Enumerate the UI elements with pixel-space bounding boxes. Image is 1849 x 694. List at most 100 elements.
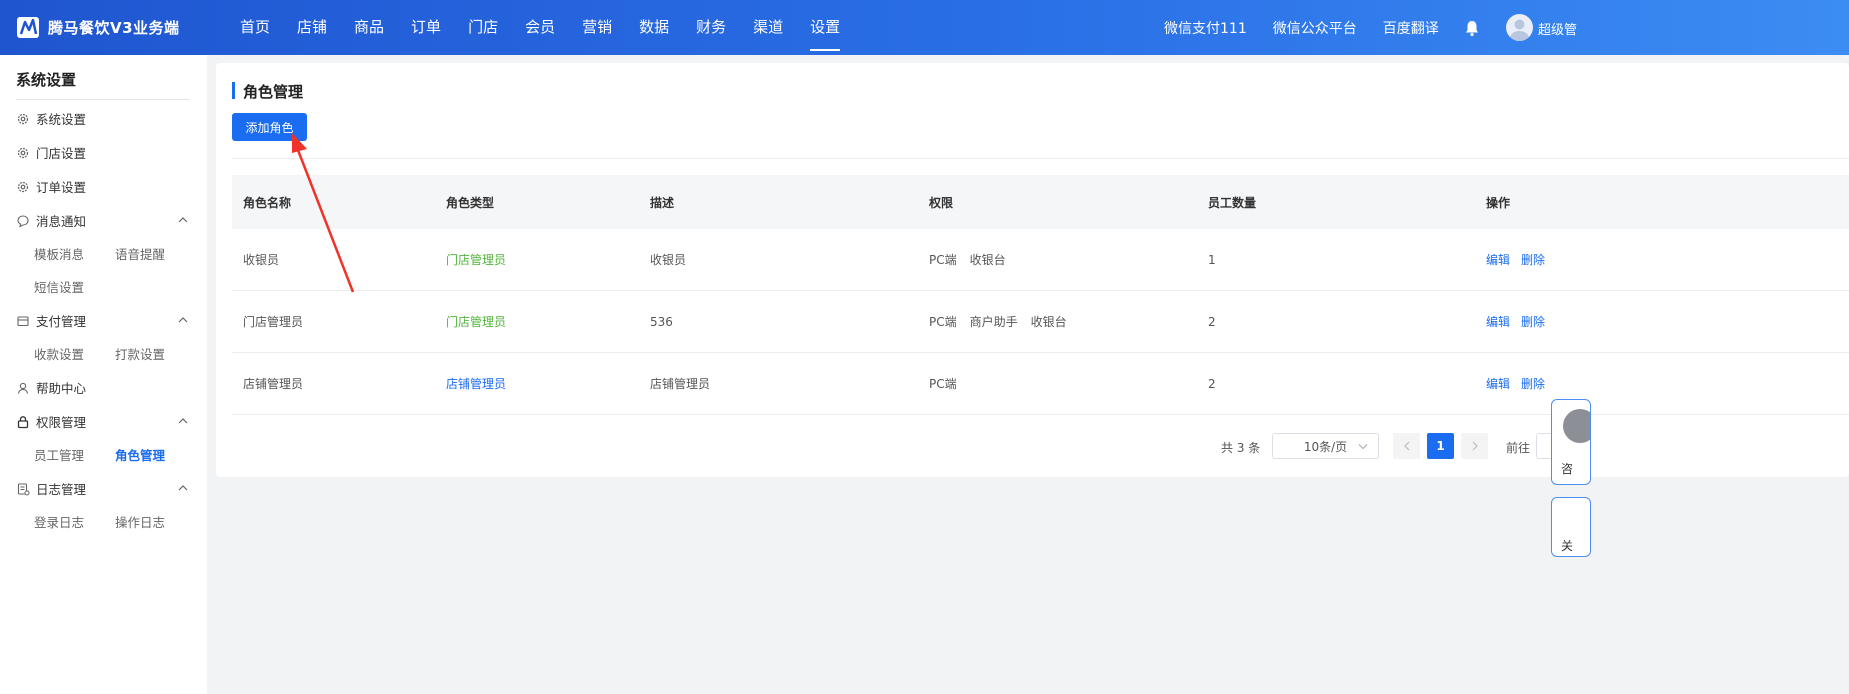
prev-page-button[interactable] <box>1393 433 1420 459</box>
column-header-role-type: 角色类型 <box>446 195 495 210</box>
role-description: 536 <box>650 314 673 329</box>
edit-button[interactable]: 编辑 <box>1486 375 1510 392</box>
row-actions: 编辑 删除 <box>1486 353 1556 414</box>
sidebar-item-label: 订单设置 <box>36 180 87 195</box>
bell-icon[interactable] <box>1463 19 1481 37</box>
chevron-right-icon <box>1472 441 1478 451</box>
staff-count: 1 <box>1208 252 1216 267</box>
column-header-permissions: 权限 <box>929 195 954 210</box>
sidebar-item-order-settings[interactable]: 订单设置 <box>16 177 86 196</box>
role-name: 店铺管理员 <box>243 377 304 391</box>
nav-members[interactable]: 会员 <box>525 0 555 55</box>
nav-home[interactable]: 首页 <box>240 0 270 55</box>
header-links: 微信支付111 微信公众平台 百度翻译 <box>1164 0 1465 55</box>
sidebar-divider <box>16 99 190 100</box>
top-bar: 腾马餐饮V3业务端 首页 店铺 商品 订单 门店 会员 营销 数据 财务 渠道 … <box>0 0 1849 55</box>
sidebar-sub-template-messages[interactable]: 模板消息 <box>34 244 84 263</box>
nav-channels[interactable]: 渠道 <box>753 0 783 55</box>
nav-stores[interactable]: 门店 <box>468 0 498 55</box>
sidebar-item-store-settings[interactable]: 门店设置 <box>16 143 86 162</box>
consult-widget[interactable]: 咨 <box>1551 399 1591 485</box>
column-header-role-name: 角色名称 <box>243 195 292 210</box>
role-type: 门店管理员 <box>446 315 507 329</box>
sidebar-item-system-settings[interactable]: 系统设置 <box>16 109 86 128</box>
app-title: 腾马餐饮V3业务端 <box>48 18 180 37</box>
sidebar-sub-voice-alerts[interactable]: 语音提醒 <box>115 244 165 263</box>
table-header: 角色名称 角色类型 描述 权限 员工数量 操作 <box>232 175 1849 229</box>
pagination: 共 3 条 10条/页 1 前往 <box>216 433 1849 461</box>
row-actions: 编辑 删除 <box>1486 291 1556 352</box>
page-number-current[interactable]: 1 <box>1427 433 1454 459</box>
permission-tag: PC端 <box>929 315 957 329</box>
permission-tag: 商户助手 <box>969 315 1018 329</box>
add-role-button[interactable]: 添加角色 <box>232 113 307 141</box>
sidebar-item-label: 门店设置 <box>36 146 87 161</box>
support-avatar-icon <box>1563 409 1590 443</box>
link-baidu-translate[interactable]: 百度翻译 <box>1383 18 1439 38</box>
sidebar-sub-payout-settings[interactable]: 打款设置 <box>115 344 165 363</box>
column-header-description: 描述 <box>650 195 675 210</box>
role-management-panel: 角色管理 添加角色 角色名称 角色类型 描述 权限 员工数量 操作 收银员 门店… <box>216 63 1849 477</box>
sidebar-sub-staff-management[interactable]: 员工管理 <box>34 445 84 464</box>
follow-widget[interactable]: 关 <box>1551 497 1591 557</box>
sidebar-title: 系统设置 <box>16 71 77 89</box>
page-title: 角色管理 <box>243 83 304 101</box>
role-permissions: PC端 收银台 <box>929 229 1019 290</box>
username[interactable]: 超级管 <box>1538 19 1577 38</box>
log-icon <box>17 482 30 495</box>
sidebar-item-label: 日志管理 <box>36 482 87 497</box>
nav-goods[interactable]: 商品 <box>354 0 384 55</box>
column-header-staff-count: 员工数量 <box>1208 195 1257 210</box>
sidebar-item-notifications[interactable]: 消息通知 <box>16 211 86 230</box>
sidebar-sub-login-logs[interactable]: 登录日志 <box>34 512 84 531</box>
page-size-value: 10条/页 <box>1303 439 1348 454</box>
role-type: 门店管理员 <box>446 253 507 267</box>
nav-shop[interactable]: 店铺 <box>297 0 327 55</box>
chat-icon <box>17 214 29 228</box>
sidebar-item-permissions[interactable]: 权限管理 <box>16 412 86 431</box>
sidebar-sub-operation-logs[interactable]: 操作日志 <box>115 512 165 531</box>
sidebar-sub-sms-settings[interactable]: 短信设置 <box>34 277 84 296</box>
table-row: 店铺管理员 店铺管理员 店铺管理员 PC端 2 编辑 删除 <box>232 353 1849 415</box>
chevron-up-icon[interactable] <box>178 316 188 324</box>
nav-marketing[interactable]: 营销 <box>582 0 612 55</box>
nav-settings[interactable]: 设置 <box>810 0 841 55</box>
sidebar-item-payments[interactable]: 支付管理 <box>16 311 86 330</box>
avatar[interactable] <box>1506 14 1533 41</box>
main-nav: 首页 店铺 商品 订单 门店 会员 营销 数据 财务 渠道 设置 <box>240 0 867 55</box>
link-wechat-platform[interactable]: 微信公众平台 <box>1273 18 1357 38</box>
gear-icon <box>17 113 29 124</box>
role-name: 门店管理员 <box>243 315 304 329</box>
nav-finance[interactable]: 财务 <box>696 0 726 55</box>
logo[interactable]: 腾马餐饮V3业务端 <box>16 14 180 40</box>
gear-icon <box>17 181 29 192</box>
delete-button[interactable]: 删除 <box>1521 251 1545 268</box>
sidebar-sub-role-management[interactable]: 角色管理 <box>115 445 165 464</box>
title-accent-bar <box>232 82 235 99</box>
delete-button[interactable]: 删除 <box>1521 375 1545 392</box>
delete-button[interactable]: 删除 <box>1521 313 1545 330</box>
link-wechat-pay[interactable]: 微信支付111 <box>1164 18 1247 38</box>
nav-data[interactable]: 数据 <box>639 0 669 55</box>
sidebar-item-help-center[interactable]: 帮助中心 <box>16 378 86 397</box>
edit-button[interactable]: 编辑 <box>1486 251 1510 268</box>
sidebar-sub-collection-settings[interactable]: 收款设置 <box>34 344 84 363</box>
chevron-up-icon[interactable] <box>178 417 188 425</box>
goto-label: 前往 <box>1506 441 1531 455</box>
chevron-up-icon[interactable] <box>178 216 188 224</box>
nav-orders[interactable]: 订单 <box>411 0 441 55</box>
follow-label: 关 <box>1561 539 1574 553</box>
sidebar-item-logs[interactable]: 日志管理 <box>16 479 86 498</box>
roles-table: 角色名称 角色类型 描述 权限 员工数量 操作 收银员 门店管理员 收银员 PC… <box>232 175 1849 415</box>
permission-tag: 收银台 <box>1030 315 1067 329</box>
chevron-up-icon[interactable] <box>178 484 188 492</box>
role-permissions: PC端 商户助手 收银台 <box>929 291 1080 352</box>
edit-button[interactable]: 编辑 <box>1486 313 1510 330</box>
page-size-select[interactable]: 10条/页 <box>1272 433 1379 459</box>
table-row: 门店管理员 门店管理员 536 PC端 商户助手 收银台 2 编辑 删除 <box>232 291 1849 353</box>
user-icon <box>17 382 29 394</box>
role-description: 店铺管理员 <box>650 377 711 391</box>
chevron-left-icon <box>1403 441 1409 451</box>
logo-icon <box>17 17 39 38</box>
next-page-button[interactable] <box>1461 433 1488 459</box>
